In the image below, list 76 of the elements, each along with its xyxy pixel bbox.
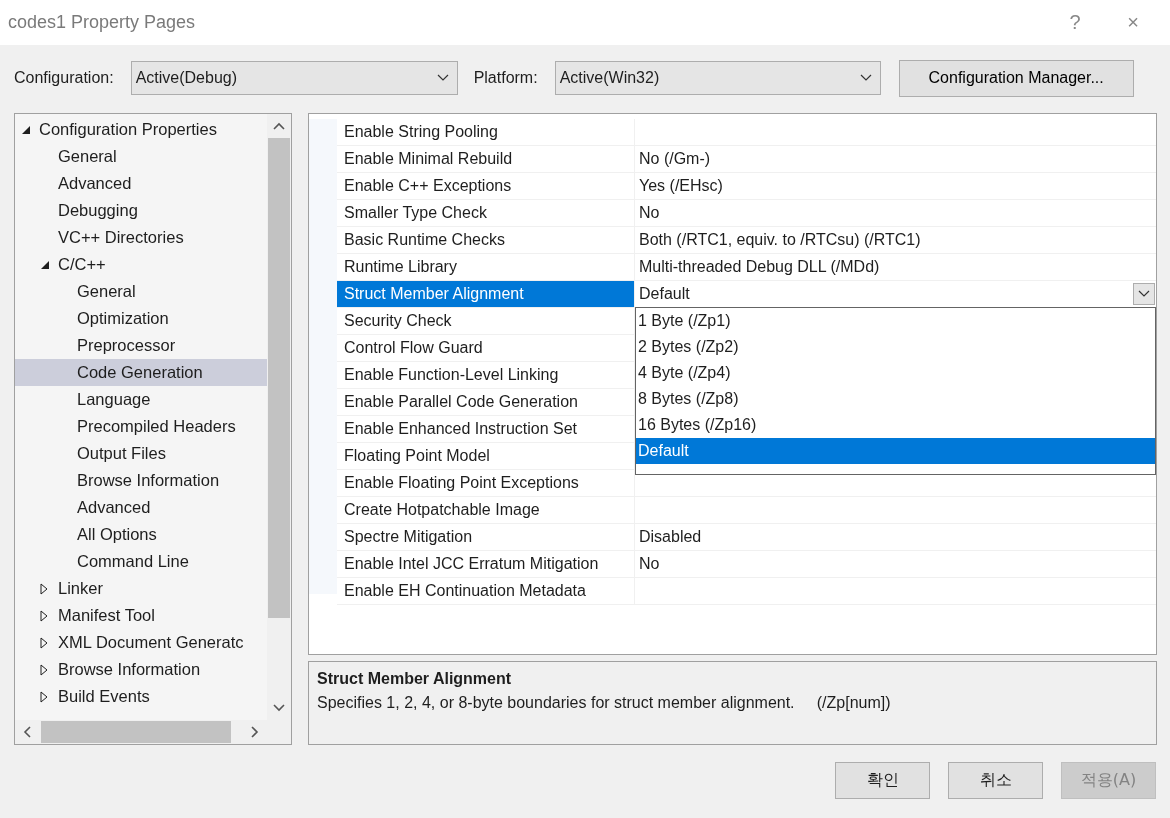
property-value[interactable]: No <box>639 204 1156 222</box>
property-value[interactable]: Both (/RTC1, equiv. to /RTCsu) (/RTC1) <box>639 231 1156 249</box>
tree-item[interactable]: C/C++ <box>15 251 267 278</box>
tree-item[interactable]: Build Events <box>15 683 267 710</box>
chevron-down-icon <box>1138 290 1150 298</box>
tree-item[interactable]: General <box>15 143 267 170</box>
tree-item[interactable]: Output Files <box>15 440 267 467</box>
tree-item[interactable]: Advanced <box>15 494 267 521</box>
platform-dropdown[interactable]: Active(Win32) <box>554 61 881 95</box>
property-value[interactable]: No (/Gm-) <box>639 150 1156 168</box>
property-name[interactable]: Struct Member Alignment <box>337 281 635 308</box>
tree-item[interactable]: General <box>15 278 267 305</box>
property-name[interactable]: Basic Runtime Checks <box>337 227 635 254</box>
dialog-button[interactable]: 취소 <box>948 762 1043 799</box>
property-value[interactable]: Yes (/EHsc) <box>639 177 1156 195</box>
tree-item[interactable]: Preprocessor <box>15 332 267 359</box>
description-title: Struct Member Alignment <box>317 670 513 688</box>
property-name[interactable]: Runtime Library <box>337 254 635 281</box>
chevron-down-icon <box>859 74 872 82</box>
property-value[interactable]: Default <box>639 285 1133 303</box>
property-value[interactable]: Multi-threaded Debug DLL (/MDd) <box>639 258 1156 276</box>
dialog-button[interactable]: 확인 <box>835 762 930 799</box>
configuration-label: Configuration: <box>14 69 114 87</box>
property-name[interactable]: Enable EH Continuation Metadata <box>337 578 635 605</box>
property-name[interactable]: Enable Intel JCC Erratum Mitigation <box>337 551 635 578</box>
property-name[interactable]: Enable Parallel Code Generation <box>337 389 635 416</box>
collapsed-triangle-icon[interactable] <box>40 609 48 622</box>
platform-label: Platform: <box>473 69 538 87</box>
help-button[interactable]: ? <box>1046 0 1104 45</box>
tree-item[interactable]: Advanced <box>15 170 267 197</box>
property-name[interactable]: Control Flow Guard <box>337 335 635 362</box>
tree-item[interactable]: Configuration Properties <box>15 116 267 143</box>
dropdown-button[interactable] <box>1133 283 1155 305</box>
tree-item[interactable]: XML Document Generatc <box>15 629 267 656</box>
collapsed-triangle-icon[interactable] <box>40 582 48 595</box>
tree-item[interactable]: Language <box>15 386 267 413</box>
scrollbar-thumb[interactable] <box>268 138 290 618</box>
tree-item[interactable]: All Options <box>15 521 267 548</box>
tree-item[interactable]: Command Line <box>15 548 267 575</box>
configuration-manager-button[interactable]: Configuration Manager... <box>898 59 1134 97</box>
scrollbar-thumb[interactable] <box>41 721 231 743</box>
chevron-down-icon <box>436 74 449 82</box>
expanded-triangle-icon[interactable] <box>40 259 50 270</box>
tree-item[interactable]: VC++ Directories <box>15 224 267 251</box>
property-name[interactable]: Enable Enhanced Instruction Set <box>337 416 635 443</box>
property-name[interactable]: Spectre Mitigation <box>337 524 635 551</box>
property-value[interactable]: Disabled <box>639 528 1156 546</box>
tree-item[interactable]: Code Generation <box>15 359 267 386</box>
expanded-triangle-icon[interactable] <box>21 124 31 135</box>
property-name[interactable]: Security Check <box>337 308 635 335</box>
horizontal-scrollbar[interactable] <box>15 720 267 744</box>
close-button[interactable]: × <box>1104 0 1162 45</box>
vertical-scrollbar[interactable] <box>267 114 291 720</box>
property-name[interactable]: Create Hotpatchable Image <box>337 497 635 524</box>
window-title: codes1 Property Pages <box>8 12 197 33</box>
collapsed-triangle-icon[interactable] <box>40 636 48 649</box>
property-name[interactable]: Enable C++ Exceptions <box>337 173 635 200</box>
tree-item[interactable]: Precompiled Headers <box>15 413 267 440</box>
description-text: Specifies 1, 2, 4, or 8-byte boundaries for struct member alignment. (/Zp[num]) <box>317 694 892 712</box>
tree-item[interactable]: Browse Information <box>15 467 267 494</box>
property-name[interactable]: Enable String Pooling <box>337 119 635 146</box>
property-value[interactable]: No <box>639 555 1156 573</box>
collapsed-triangle-icon[interactable] <box>40 663 48 676</box>
tree-item[interactable]: Debugging <box>15 197 267 224</box>
collapsed-triangle-icon[interactable] <box>40 690 48 703</box>
tree-item[interactable]: Linker <box>15 575 267 602</box>
property-name[interactable]: Smaller Type Check <box>337 200 635 227</box>
property-name[interactable]: Enable Floating Point Exceptions <box>337 470 635 497</box>
tree-item[interactable]: Optimization <box>15 305 267 332</box>
dropdown-option[interactable]: Default <box>636 438 1155 464</box>
property-name[interactable]: Floating Point Model <box>337 443 635 470</box>
tree-item[interactable]: Manifest Tool <box>15 602 267 629</box>
configuration-dropdown[interactable]: Active(Debug) <box>130 61 458 95</box>
tree-item[interactable]: Browse Information <box>15 656 267 683</box>
property-name[interactable]: Enable Function-Level Linking <box>337 362 635 389</box>
property-name[interactable]: Enable Minimal Rebuild <box>337 146 635 173</box>
